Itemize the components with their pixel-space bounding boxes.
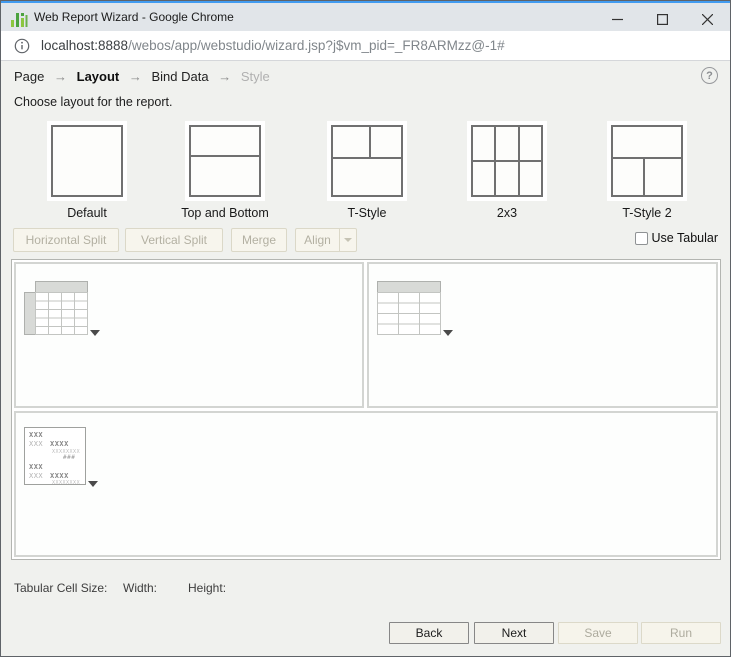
close-icon — [702, 13, 713, 25]
banded-text: XXX — [29, 463, 44, 471]
minimize-button[interactable] — [595, 5, 640, 33]
wizard-content: Page → Layout → Bind Data → Style ? Choo… — [1, 61, 730, 656]
component-dropdown-icon[interactable] — [90, 330, 100, 336]
banded-text: XXXXXXXX — [52, 480, 81, 485]
run-button[interactable]: Run — [641, 622, 721, 644]
instruction-text: Choose layout for the report. — [14, 95, 173, 109]
component-dropdown-icon[interactable] — [88, 481, 98, 487]
url-path: /webos/app/webstudio/wizard.jsp?j$vm_pid… — [128, 38, 505, 53]
breadcrumb-arrow-icon: → — [128, 69, 142, 84]
banded-text: XXXX — [50, 440, 69, 448]
align-button[interactable]: Align — [295, 228, 339, 252]
layout-preview-top-and-bottom — [189, 125, 261, 197]
layout-preview-t-style-2 — [611, 125, 683, 197]
layout-cell-bottom[interactable]: XXX XXX XXXX XXXXXXXX ### XXX XXX XXXX X… — [14, 411, 718, 557]
use-tabular-label: Use Tabular — [651, 231, 718, 245]
layout-option-default[interactable]: Default — [37, 121, 137, 220]
close-button[interactable] — [685, 5, 730, 33]
step-bind-data[interactable]: Bind Data — [152, 69, 209, 84]
align-dropdown-button[interactable] — [339, 228, 357, 252]
page-info-icon[interactable] — [14, 38, 30, 54]
breadcrumb-arrow-icon: → — [54, 69, 67, 84]
address-bar: localhost:8888/webos/app/webstudio/wizar… — [1, 31, 730, 61]
banded-text: XXXX — [50, 472, 69, 480]
banded-text: XXX — [29, 440, 44, 448]
save-button[interactable]: Save — [558, 622, 638, 644]
layout-option-2x3[interactable]: 2x3 — [457, 121, 557, 220]
chevron-down-icon — [344, 238, 352, 242]
browser-window: Web Report Wizard - Google Chrome localh… — [0, 0, 731, 657]
crosstab-icon — [24, 281, 100, 340]
layout-option-t-style[interactable]: T-Style — [317, 121, 417, 220]
window-title: Web Report Wizard - Google Chrome — [34, 10, 234, 24]
layout-label: Default — [67, 206, 107, 220]
layout-toolbar: Horizontal Split Vertical Split Merge Al… — [1, 228, 730, 254]
layout-canvas: XXX XXX XXXX XXXXXXXX ### XXX XXX XXXX X… — [11, 259, 721, 560]
title-bar: Web Report Wizard - Google Chrome — [1, 1, 730, 31]
width-label: Width: — [123, 581, 158, 595]
next-button[interactable]: Next — [474, 622, 554, 644]
layout-option-t-style-2[interactable]: T-Style 2 — [597, 121, 697, 220]
merge-button[interactable]: Merge — [231, 228, 287, 252]
use-tabular-checkbox[interactable] — [634, 231, 648, 245]
banded-text: XXX — [29, 472, 44, 480]
step-layout[interactable]: Layout — [77, 69, 120, 84]
help-button[interactable]: ? — [701, 67, 718, 84]
layout-preview-default — [51, 125, 123, 197]
maximize-icon — [657, 13, 668, 25]
horizontal-split-button[interactable]: Horizontal Split — [13, 228, 119, 252]
layout-option-top-and-bottom[interactable]: Top and Bottom — [175, 121, 275, 220]
layout-cell-top-left[interactable] — [14, 262, 364, 408]
breadcrumb: Page → Layout → Bind Data → Style — [14, 69, 270, 84]
layout-cell-top-right[interactable] — [367, 262, 718, 408]
height-label: Height: — [188, 581, 227, 595]
breadcrumb-arrow-icon: → — [218, 69, 232, 84]
component-dropdown-icon[interactable] — [443, 330, 453, 336]
table-icon — [377, 281, 453, 340]
url-domain: localhost:8888 — [41, 38, 129, 53]
banded-text: ### — [63, 454, 76, 461]
layout-label: T-Style 2 — [622, 206, 672, 220]
layout-preview-2x3 — [471, 125, 543, 197]
vertical-split-button[interactable]: Vertical Split — [125, 228, 223, 252]
layout-label: Top and Bottom — [181, 206, 269, 220]
step-style: Style — [240, 69, 270, 84]
layout-label: T-Style — [347, 206, 387, 220]
back-button[interactable]: Back — [389, 622, 469, 644]
minimize-icon — [612, 18, 623, 20]
maximize-button[interactable] — [640, 5, 685, 33]
step-page[interactable]: Page — [14, 69, 44, 84]
banded-text: XXX — [29, 431, 44, 439]
layout-preview-t-style — [331, 125, 403, 197]
layout-label: 2x3 — [496, 206, 518, 220]
tabular-cell-size-label: Tabular Cell Size: — [14, 581, 108, 595]
banded-report-icon: XXX XXX XXXX XXXXXXXX ### XXX XXX XXXX X… — [24, 427, 98, 487]
url-text[interactable]: localhost:8888/webos/app/webstudio/wizar… — [41, 38, 505, 53]
app-logo-icon — [11, 13, 28, 27]
